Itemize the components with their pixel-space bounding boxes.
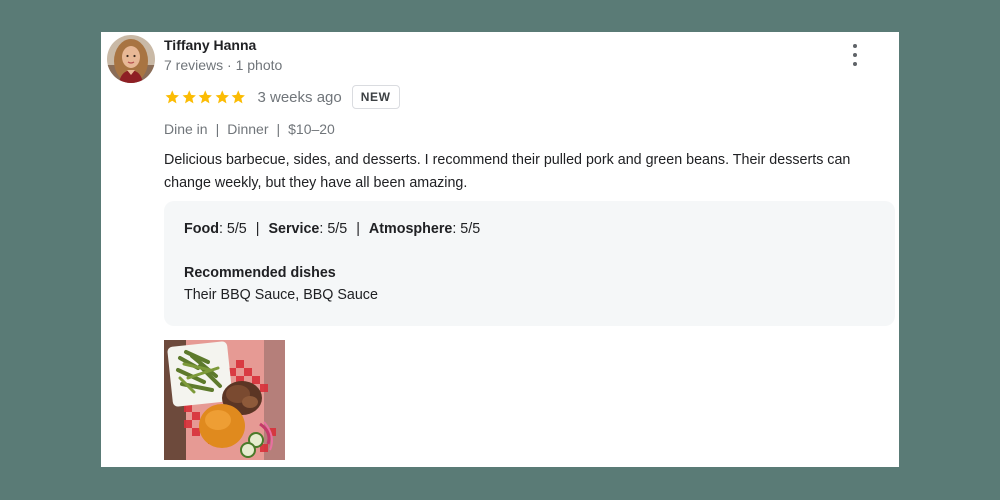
star-icon — [231, 90, 245, 104]
review-card: Tiffany Hanna 7 reviews · 1 photo 3 week… — [101, 32, 899, 467]
attribute-separator: | — [215, 121, 220, 137]
star-icon — [182, 90, 196, 104]
more-dot — [853, 53, 857, 57]
food-score-label: Food — [184, 221, 219, 237]
service-score-value: : 5/5 — [319, 221, 348, 237]
food-score-value: : 5/5 — [218, 221, 247, 237]
recommended-dishes-list: Their BBQ Sauce, BBQ Sauce — [184, 287, 378, 303]
review-photo[interactable] — [164, 340, 285, 460]
author-name[interactable]: Tiffany Hanna — [164, 37, 256, 53]
more-dot — [853, 62, 857, 66]
author-meta: 7 reviews · 1 photo — [164, 57, 283, 73]
new-badge: NEW — [351, 85, 400, 109]
score-separator: | — [255, 221, 260, 237]
star-icon — [215, 90, 229, 104]
star-icon — [198, 90, 212, 104]
review-text: Delicious barbecue, sides, and desserts.… — [164, 152, 851, 191]
attribute-price: $10–20 — [288, 121, 335, 137]
score-row: Food: 5/5 | Service: 5/5 | Atmosphere: 5/5 — [184, 221, 480, 237]
star-icon — [165, 90, 179, 104]
attribute-service: Dine in — [164, 121, 208, 137]
recommended-dishes-title: Recommended dishes — [184, 265, 336, 281]
attribute-meal: Dinner — [227, 121, 269, 137]
atmosphere-score-label: Atmosphere — [368, 221, 453, 237]
more-dot — [853, 44, 857, 48]
more-vert-icon[interactable] — [843, 44, 867, 66]
review-details: Food: 5/5 | Service: 5/5 | Atmosphere: 5/5 R… — [164, 201, 895, 326]
service-score-label: Service — [268, 221, 320, 237]
review-time: 3 weeks ago — [257, 88, 342, 106]
rating-row: 3 weeks ago NEW — [164, 84, 400, 110]
star-rating — [164, 89, 247, 105]
atmosphere-score-value: : 5/5 — [452, 221, 481, 237]
avatar[interactable] — [107, 35, 155, 83]
attribute-separator: | — [276, 121, 281, 137]
visit-attributes: Dine in | Dinner | $10–20 — [164, 121, 335, 137]
score-separator: | — [356, 221, 360, 237]
